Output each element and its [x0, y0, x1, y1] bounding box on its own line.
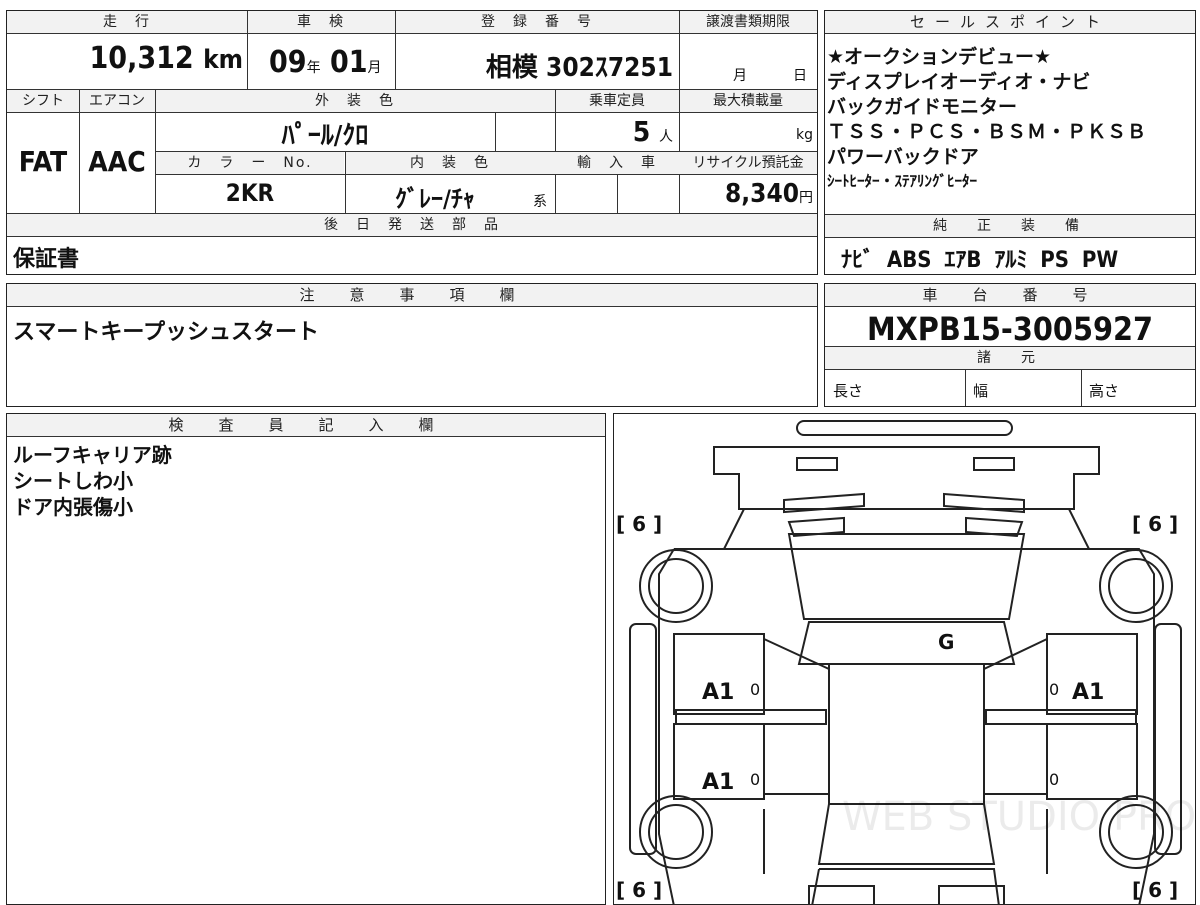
inspector-note: シートしわ小: [13, 469, 133, 493]
tire-rear-left-grade: [ 6 ]: [616, 878, 663, 902]
tire-rear-right-grade: [ 6 ]: [1132, 878, 1179, 902]
spec-height-label: 高さ: [1089, 382, 1120, 400]
front-right-door-mark: A1: [1072, 680, 1105, 705]
sales-point-line: ★オークションデビュー★: [827, 46, 1052, 68]
sales-points-header: セールスポイント: [825, 11, 1195, 34]
equipment-value: ﾅﾋﾞ ABS ｴｱB ｱﾙﾐ PS PW: [841, 248, 1119, 273]
inspection-value: 09年 01月: [269, 45, 382, 80]
vehicle-info-table: 走 行 車 検 登 録 番 号 譲渡書類期限 10,312 km 09年 01月…: [6, 10, 818, 275]
notes-panel: 注 意 事 項 欄 スマートキープッシュスタート: [6, 283, 818, 407]
chassis-panel: 車 台 番 号 MXPB15-3005927 諸 元 長さ 幅 高さ: [824, 283, 1196, 407]
sales-points-panel: セールスポイント ★オークションデビュー★ ディスプレイオーディオ・ナビ バック…: [824, 10, 1196, 275]
sales-point-line: ＴＳＳ・ＰＣＳ・ＢＳＭ・ＰＫＳＢ: [827, 121, 1148, 143]
car-damage-diagram: [ 6 ] [ 6 ] [ 6 ] [ 6 ] G A1 0 A1 0 0 A1…: [613, 413, 1196, 905]
equipment-header: 純 正 装 備: [825, 215, 1195, 237]
inspector-note: ルーフキャリア跡: [13, 443, 172, 467]
capacity-unit: 人: [659, 129, 673, 145]
inspector-header: 検 査 員 記 入 欄: [7, 414, 605, 437]
sales-point-line: ディスプレイオーディオ・ナビ: [827, 71, 1091, 93]
import-label: 輸 入 車: [555, 152, 679, 174]
exterior-color-value: ﾊﾟｰﾙ/ｸﾛ: [281, 121, 369, 151]
transfer-deadline-label: 譲渡書類期限: [679, 11, 817, 33]
color-no-value: 2KR: [225, 179, 275, 207]
mileage-label: 走 行: [7, 11, 247, 33]
mileage-value: 10,312 km: [7, 41, 243, 76]
notes-value: スマートキープッシュスタート: [13, 320, 320, 345]
inspection-month-unit: 月: [367, 60, 382, 76]
capacity-number: 5: [632, 115, 651, 148]
interior-color-label: 内 装 色: [345, 152, 555, 174]
capacity-value: 5 人: [555, 115, 679, 148]
inspection-month: 01: [329, 45, 368, 80]
capacity-label: 乗車定員: [555, 90, 679, 112]
transfer-month-unit: 月: [733, 68, 747, 84]
inspector-panel: 検 査 員 記 入 欄 ルーフキャリア跡 シートしわ小 ドア内張傷小: [6, 413, 606, 905]
recycle-fee-label: リサイクル預託金: [679, 152, 817, 174]
after-parts-value: 保証書: [13, 247, 80, 272]
inspector-notes: ルーフキャリア跡 シートしわ小 ドア内張傷小: [13, 442, 172, 520]
transfer-day-unit: 日: [793, 68, 807, 84]
chassis-number: MXPB15-3005927: [866, 310, 1154, 348]
rear-left-door-mark: A1: [702, 770, 735, 795]
sales-point-line: パワーバックドア: [827, 146, 979, 168]
exterior-color-label: 外 装 色: [155, 90, 555, 112]
chassis-header: 車 台 番 号: [825, 284, 1195, 307]
after-parts-label: 後 日 発 送 部 品: [7, 214, 817, 236]
tire-front-right-grade: [ 6 ]: [1132, 512, 1179, 536]
registration-label: 登 録 番 号: [395, 11, 679, 33]
spec-width-label: 幅: [973, 382, 989, 400]
max-load-unit: kg: [796, 127, 813, 143]
interior-suffix: 系: [533, 194, 547, 210]
windshield-mark: G: [938, 630, 955, 654]
aircon-label: エアコン: [79, 90, 155, 112]
tire-front-left-grade: [ 6 ]: [616, 512, 663, 536]
spec-length-label: 長さ: [833, 382, 864, 400]
mileage-unit: km: [203, 45, 243, 75]
inspection-year-unit: 年: [306, 60, 321, 76]
spec-header: 諸 元: [825, 347, 1195, 369]
inspection-label: 車 検: [247, 11, 395, 33]
sales-points-list: ★オークションデビュー★ ディスプレイオーディオ・ナビ バックガイドモニター Ｔ…: [827, 45, 1193, 192]
color-no-label: カ ラ ー No.: [156, 152, 344, 174]
interior-color-value: ｸﾞﾚｰ/ﾁｬ: [395, 185, 475, 213]
sales-point-line: ｼｰﾄﾋｰﾀｰ・ｽﾃｱﾘﾝｸﾞﾋｰﾀｰ: [827, 172, 978, 190]
registration-value: 相模 302ｽ7251: [485, 53, 673, 83]
max-load-label: 最大積載量: [679, 90, 817, 112]
rear-right-door-num: 0: [1049, 770, 1060, 789]
aircon-value: AAC: [88, 145, 146, 178]
mileage-number: 10,312: [89, 41, 194, 76]
inspection-year: 09: [269, 45, 307, 80]
front-left-door-mark: A1: [702, 680, 735, 705]
shift-label: シフト: [7, 90, 79, 112]
shift-value: FAT: [18, 145, 68, 178]
recycle-fee-unit: 円: [799, 190, 813, 206]
inspector-note: ドア内張傷小: [13, 495, 133, 519]
recycle-fee-number: 8,340: [725, 179, 799, 209]
notes-header: 注 意 事 項 欄: [7, 284, 817, 307]
front-right-door-num: 0: [1049, 680, 1060, 699]
rear-left-door-num: 0: [750, 770, 761, 789]
watermark: WEB STUDIO PRO: [842, 794, 1196, 840]
recycle-fee-value: 8,340円: [679, 179, 813, 209]
sales-point-line: バックガイドモニター: [827, 96, 1018, 118]
front-left-door-num: 0: [750, 680, 761, 699]
